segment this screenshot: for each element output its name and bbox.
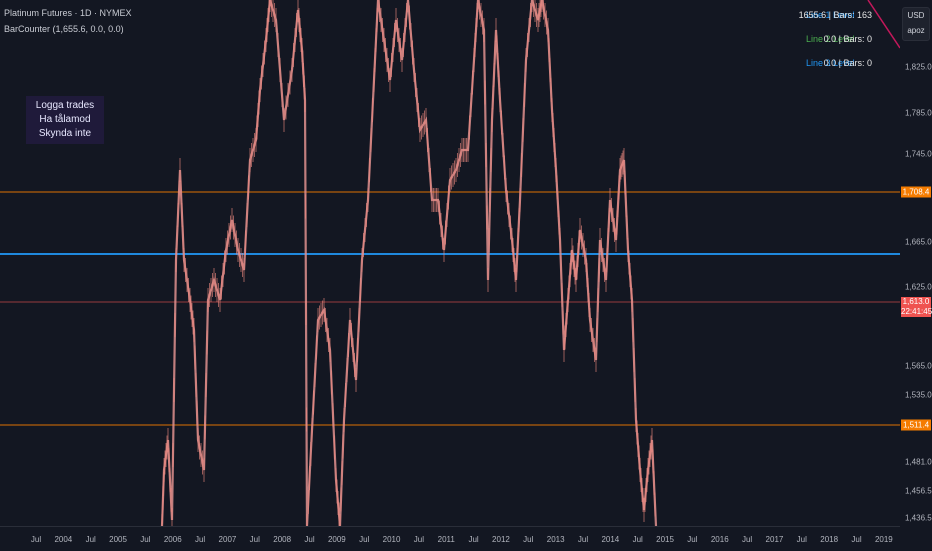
level-value: 1655.6 | Bars: 163	[798, 10, 872, 20]
price-label-current: 1,613.0 22:41:45	[901, 297, 932, 317]
price-bars	[161, 0, 656, 526]
time-tick: 2007	[218, 535, 237, 544]
notes-box: Logga trades Ha tålamod Skynda inte	[26, 96, 104, 144]
time-tick: Jul	[359, 535, 370, 544]
time-tick: Jul	[468, 535, 479, 544]
time-tick: 2012	[492, 535, 510, 544]
time-tick: 2013	[546, 535, 565, 544]
time-tick: Jul	[194, 535, 206, 544]
symbol-title[interactable]: Platinum Futures · 1D · NYMEX	[4, 8, 132, 18]
level-value: 0.0 | Bars: 0	[823, 58, 872, 68]
time-tick: 2018	[820, 535, 839, 544]
time-tick: 2008	[273, 535, 292, 544]
time-tick: Jul	[632, 535, 643, 544]
price-tick: 1,745.0	[905, 149, 932, 159]
time-tick: 2017	[765, 535, 784, 544]
indicator-legend[interactable]: BarCounter (1,655.6, 0.0, 0.0)	[4, 24, 124, 34]
price-series-line	[160, 0, 658, 526]
time-tick: Jul	[140, 535, 151, 544]
time-axis[interactable]: Jul 2004 Jul 2005 Jul 2006 Jul 2007 Jul 2008 Jul 20…	[0, 526, 916, 551]
time-tick: Jul	[85, 535, 96, 544]
time-tick: 2006	[163, 535, 182, 544]
axis-corner	[900, 526, 932, 550]
time-tick: Jul	[304, 535, 315, 544]
time-tick: 2005	[109, 535, 127, 544]
price-tick: 1,625.0	[905, 282, 932, 292]
price-tick: 1,456.5	[905, 486, 932, 496]
currency-code: USD	[907, 11, 925, 20]
price-tick: 1,535.0	[905, 390, 932, 400]
time-tick: Jul	[249, 535, 260, 544]
price-tick: 1,565.0	[905, 361, 932, 371]
time-tick: Jul	[577, 535, 589, 544]
price-label-orange-upper: 1,708.4	[901, 186, 931, 198]
price-label-orange-lower: 1,511.4	[901, 419, 931, 431]
currency-button[interactable]: USD apoz	[902, 7, 930, 41]
price-chart	[0, 0, 900, 526]
level-value: 0.0 | Bars: 0	[823, 34, 872, 44]
price-tick: 1,785.0	[905, 108, 932, 118]
time-tick: 2010	[382, 535, 401, 544]
price-tick: 1,481.0	[905, 457, 932, 467]
time-tick: Jul	[30, 535, 42, 544]
price-tick: 1,825.0	[905, 62, 932, 72]
time-tick: Jul	[851, 535, 862, 544]
note-line: Ha tålamod	[39, 114, 91, 125]
time-tick: 2015	[656, 535, 674, 544]
time-tick: Jul	[413, 535, 425, 544]
time-tick: 2014	[601, 535, 620, 544]
price-axis[interactable]: 1,825.0 1,785.0 1,745.0 1,665.0 1,625.0 …	[900, 0, 932, 526]
chart-plot-area[interactable]	[0, 0, 900, 526]
time-tick: Jul	[523, 535, 534, 544]
time-tick: 2016	[710, 535, 729, 544]
time-tick: 2019	[874, 535, 893, 544]
time-tick: 2009	[327, 535, 346, 544]
note-line: Logga trades	[35, 100, 95, 111]
note-line: Skynda inte	[38, 128, 92, 139]
time-tick: Jul	[741, 535, 753, 544]
time-tick: 2011	[437, 535, 455, 544]
time-tick: Jul	[687, 535, 698, 544]
time-tick: Jul	[796, 535, 807, 544]
price-tick: 1,436.5	[905, 513, 932, 523]
currency-unit: apoz	[907, 26, 925, 35]
trend-line	[867, 0, 900, 49]
price-tick: 1,665.0	[905, 237, 932, 247]
time-tick: 2004	[54, 535, 73, 544]
